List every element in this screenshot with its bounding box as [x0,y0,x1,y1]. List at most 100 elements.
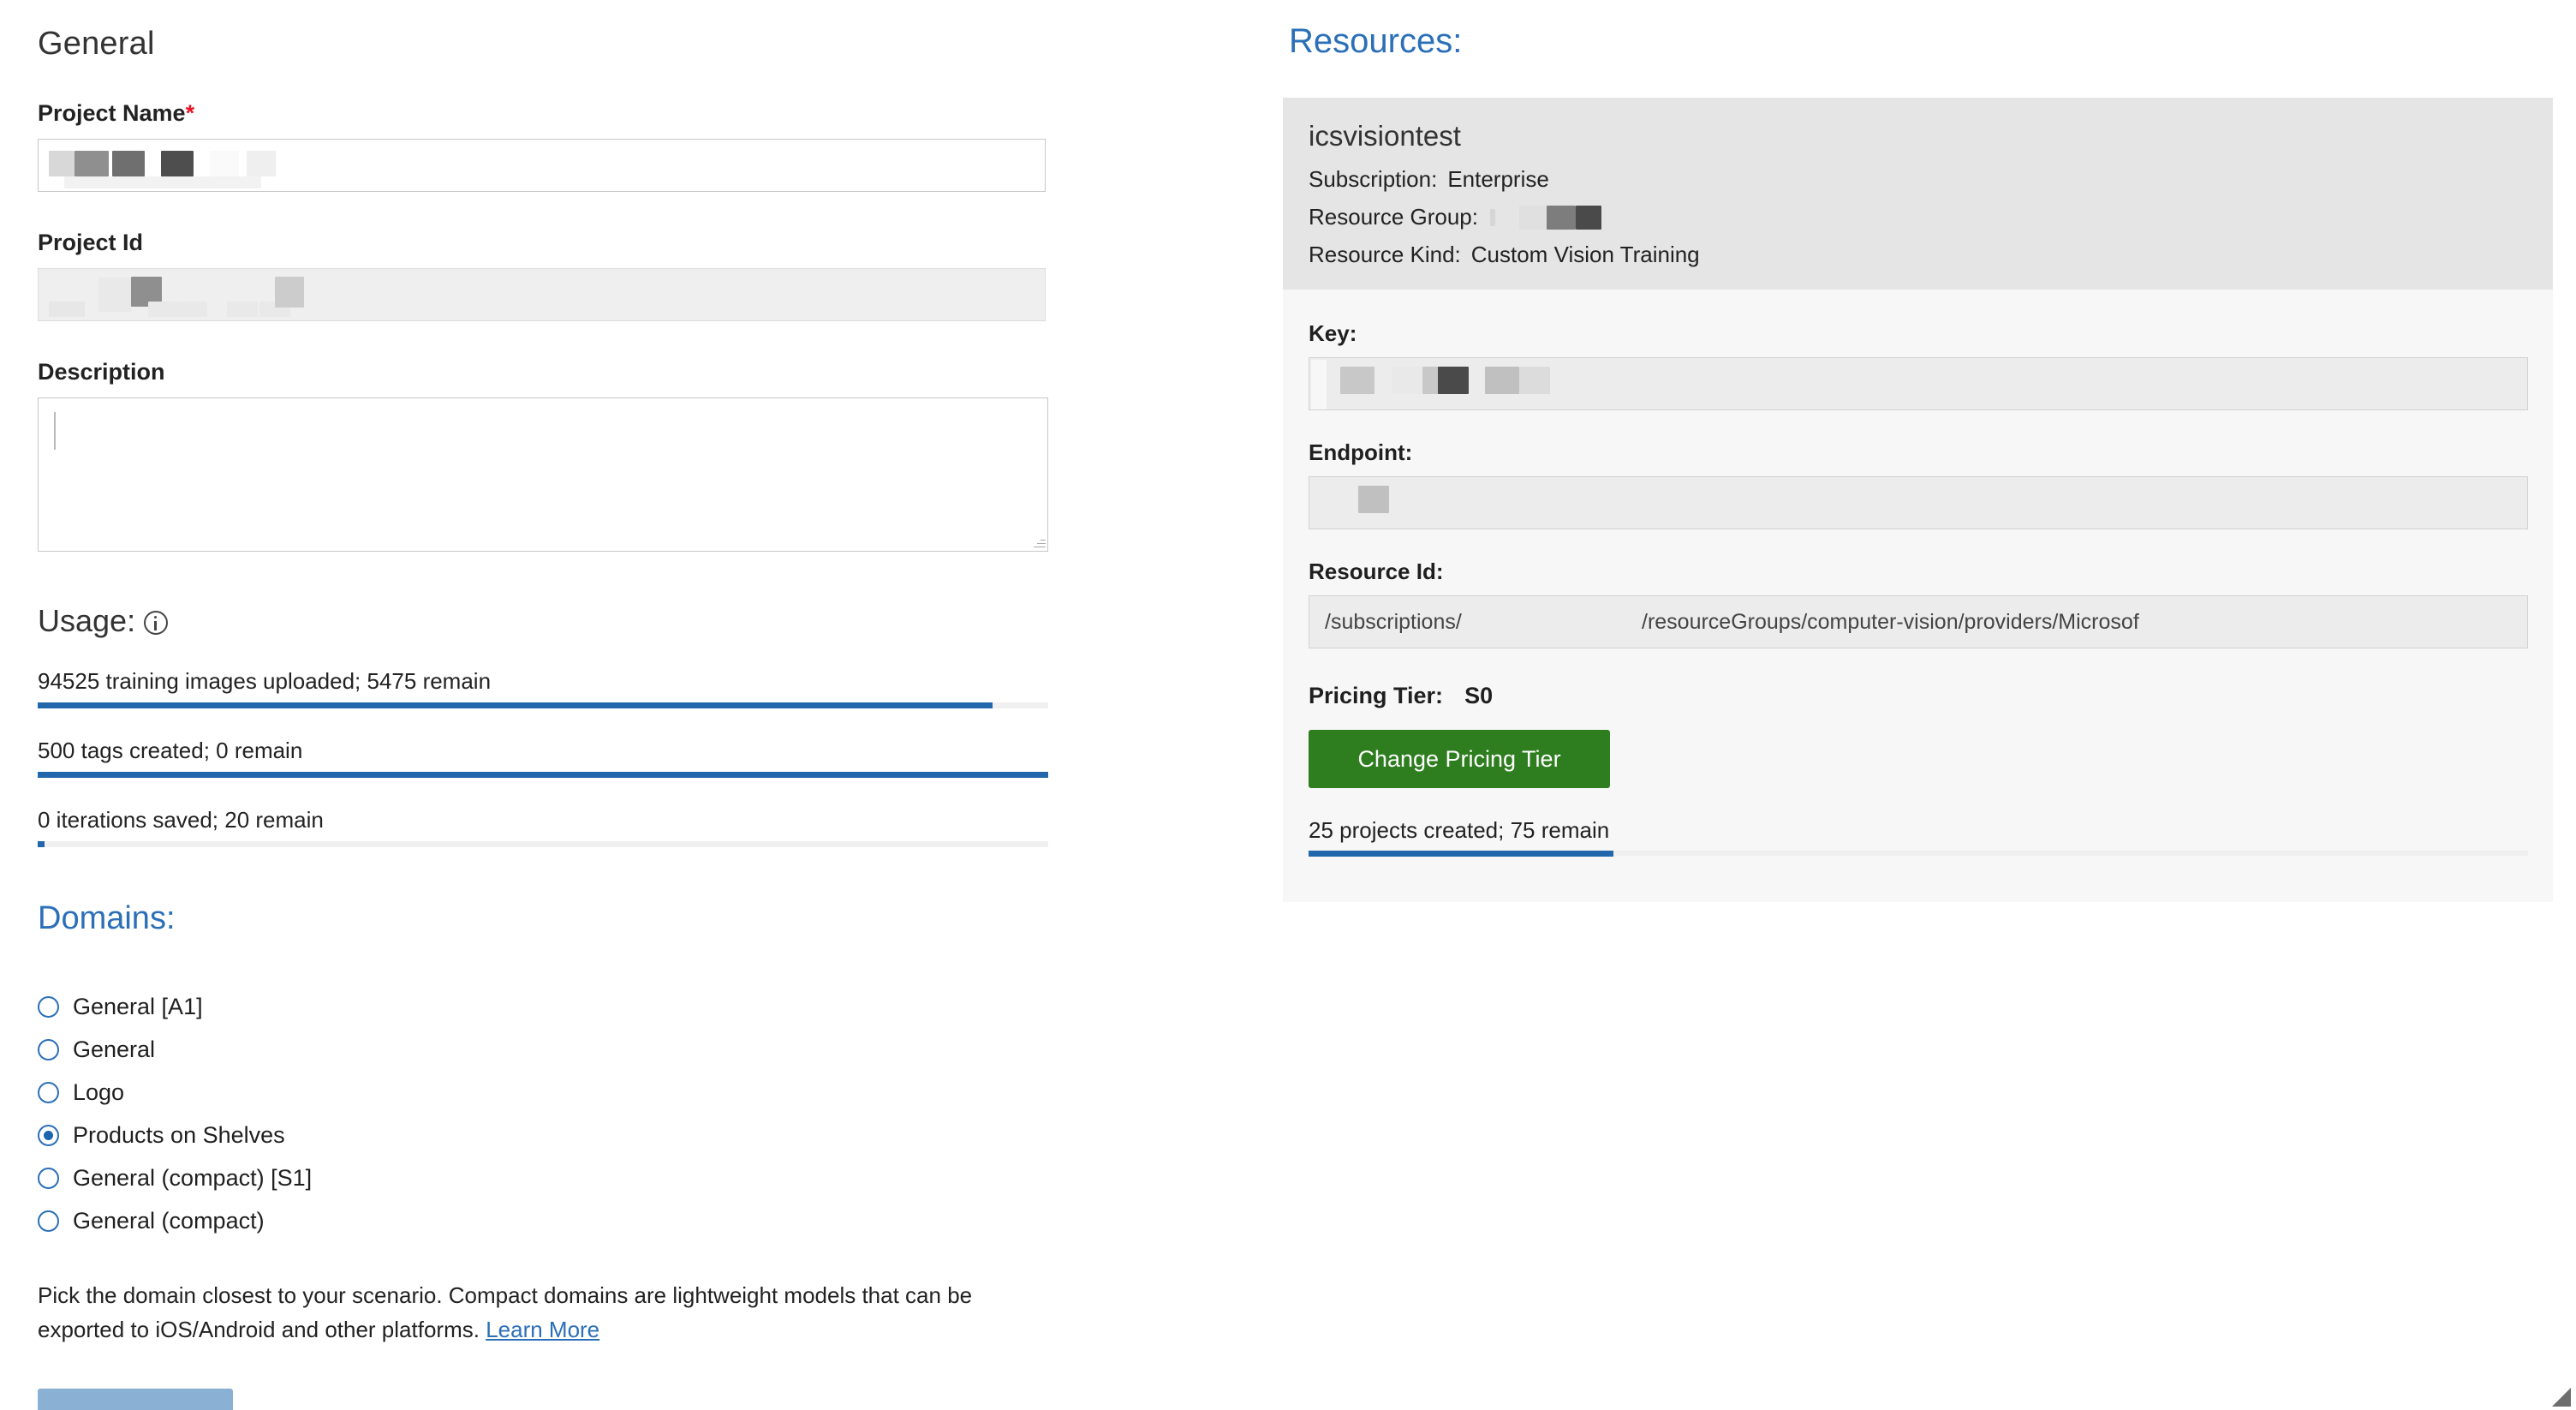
endpoint-label: Endpoint: [1309,439,1413,465]
domain-option-general-compact-s1[interactable]: General (compact) [S1] [38,1156,1048,1199]
usage-item-text: 0 iterations saved; 20 remain [38,807,324,833]
resize-handle-icon[interactable] [1032,535,1046,549]
resource-group-value-redacted [1488,204,1711,230]
usage-section-title: Usage: [38,603,1048,639]
description-label: Description [38,359,165,385]
resource-kind-row: Resource Kind: Custom Vision Training [1309,240,2527,269]
subscription-row: Subscription: Enterprise [1309,164,2527,194]
usage-item-text: 500 tags created; 0 remain [38,738,303,763]
project-name-label-text: Project Name [38,100,186,126]
resource-panel-header: icsvisiontest Subscription: Enterprise R… [1283,98,2553,290]
domain-option-label: Products on Shelves [73,1121,285,1148]
redaction-block [1340,367,1374,394]
key-input[interactable] [1309,357,2528,410]
cursor-arrow-icon [2552,1388,2571,1407]
domain-option-label: General (compact) [S1] [73,1164,313,1191]
redaction-block [75,151,109,176]
pricing-tier-label: Pricing Tier: [1309,683,1444,708]
usage-progress-fill [38,841,45,847]
redaction-block [1311,360,1327,409]
radio-icon[interactable] [38,1210,59,1232]
custom-vision-project-settings-page: General Project Name* Project Id Descrip… [0,0,2576,1410]
text-caret [54,412,56,450]
domains-radio-group: General [A1] General Logo Products on Sh… [38,985,1048,1242]
resource-panel: icsvisiontest Subscription: Enterprise R… [1283,98,2553,902]
usage-item-text: 94525 training images uploaded; 5475 rem… [38,668,492,694]
resource-name: icsvisiontest [1309,120,1461,152]
redaction-block [1358,486,1389,513]
projects-usage-text: 25 projects created; 75 remain [1309,817,1610,843]
redaction-block [64,176,261,188]
page-title: General [38,26,155,62]
resource-id-label: Resource Id: [1309,559,1444,584]
project-id-label: Project Id [38,230,144,255]
usage-progress-bar [38,841,1048,847]
project-name-label: Project Name* [38,100,1048,127]
radio-icon[interactable] [38,1038,59,1060]
resources-column: Resources: icsvisiontest Subscription: E… [1283,0,2559,902]
resources-section-title: Resources: [1289,22,1463,60]
redaction-block [1518,206,1547,230]
resource-kind-label: Resource Kind: [1309,241,1461,267]
subscription-label: Subscription: [1309,165,1438,192]
redaction-block [210,151,239,176]
key-label: Key: [1309,320,1357,346]
domain-option-logo[interactable]: Logo [38,1071,1048,1114]
general-settings-column: General Project Name* Project Id Descrip… [38,0,1048,1410]
redaction-block [1489,209,1495,226]
project-name-input[interactable] [38,139,1046,192]
resource-id-input[interactable]: /subscriptions/ /resourceGroups/computer… [1309,595,2528,648]
pricing-tier-value: S0 [1464,683,1494,708]
resource-kind-value: Custom Vision Training [1470,241,1700,267]
redaction-block [1519,367,1550,394]
resource-panel-body: Key: Endpoint: Resource Id: /subscriptio… [1283,290,2553,857]
redaction-block [1575,206,1601,230]
redaction-block [178,302,207,317]
radio-icon[interactable] [38,1167,59,1189]
learn-more-link[interactable]: Learn More [486,1317,599,1342]
resource-group-label: Resource Group: [1309,203,1478,230]
domain-option-general-a1[interactable]: General [A1] [38,985,1048,1028]
usage-progress-fill [38,772,1048,778]
project-id-input[interactable] [38,268,1046,321]
resource-id-suffix: /resourceGroups/computer-vision/provider… [1642,610,2139,634]
description-textarea[interactable] [38,397,1048,552]
usage-item: 500 tags created; 0 remain [38,738,1048,778]
redaction-block [112,151,145,176]
save-changes-button[interactable] [38,1388,233,1410]
usage-progress-bar [38,772,1048,778]
change-pricing-tier-button[interactable]: Change Pricing Tier [1309,730,1610,788]
radio-icon[interactable] [38,995,59,1018]
domain-option-products-on-shelves[interactable]: Products on Shelves [38,1114,1048,1156]
domain-option-label: General [73,1036,156,1062]
domain-option-label: Logo [73,1078,125,1105]
resource-id-prefix: /subscriptions/ [1325,610,1462,634]
redaction-block [1485,367,1519,394]
usage-title-text: Usage: [38,603,136,638]
redaction-block [98,278,131,312]
info-icon[interactable] [144,611,169,635]
redaction-block [161,151,194,176]
domains-hint: Pick the domain closest to your scenario… [38,1278,1052,1347]
radio-icon-selected[interactable] [38,1124,59,1146]
projects-progress-fill [1309,851,1613,857]
subscription-value: Enterprise [1447,165,1549,192]
domain-option-label: General (compact) [73,1207,265,1234]
domain-option-general[interactable]: General [38,1028,1048,1071]
redaction-block [275,277,304,308]
endpoint-input[interactable] [1309,476,2528,529]
usage-progress-fill [38,702,993,708]
redaction-block [49,151,75,176]
redaction-block [247,151,276,176]
resource-group-row: Resource Group: [1309,202,2527,231]
usage-progress-bar [38,702,1048,708]
radio-icon[interactable] [38,1081,59,1103]
domain-option-general-compact[interactable]: General (compact) [38,1199,1048,1242]
domains-section-title: Domains: [38,900,176,936]
usage-item: 0 iterations saved; 20 remain [38,807,1048,847]
redaction-block [1546,206,1576,230]
pricing-tier-row: Pricing Tier: S0 [1309,683,2527,709]
required-asterisk: * [185,100,195,126]
projects-progress-bar [1309,851,2528,857]
redaction-block [1438,367,1469,394]
